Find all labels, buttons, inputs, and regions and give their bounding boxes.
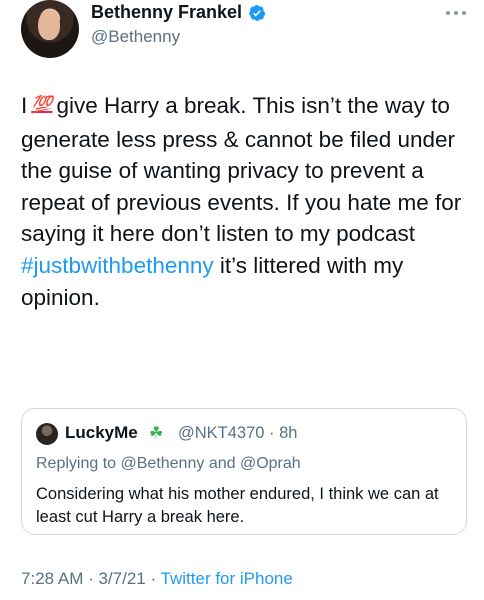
quoted-text: Considering what his mother endured, I t… <box>36 485 439 526</box>
tweet-footer: 7:28 AM · 3/7/21 · Twitter for iPhone <box>21 569 293 589</box>
tweet: Bethenny Frankel @Bethenny I 💯 give Harry … <box>0 0 484 600</box>
quoted-tweet[interactable]: LuckyMe ☘ @NKT4370 · 8h Replying to @Bet… <box>21 408 467 535</box>
more-options-icon[interactable] <box>444 8 468 18</box>
tweet-source[interactable]: Twitter for iPhone <box>161 569 293 588</box>
replying-prefix: Replying to <box>36 455 117 472</box>
quoted-author-avatar <box>36 423 58 445</box>
replying-and: and <box>208 455 236 472</box>
tweet-text-part2: give Harry a break. This isn’t the way t… <box>21 93 462 247</box>
tweet-text-part1: I <box>21 93 28 118</box>
tweet-text: I 💯 give Harry a break. This isn’t the way… <box>21 90 471 313</box>
verified-badge-icon <box>249 5 266 21</box>
hundred-points-icon: 💯 <box>31 95 53 114</box>
mention-bethenny[interactable]: @Bethenny <box>121 455 205 472</box>
quoted-author-name: LuckyMe <box>65 423 138 442</box>
author-handle[interactable]: @Bethenny <box>91 27 180 47</box>
author-name[interactable]: Bethenny Frankel <box>91 2 242 23</box>
mention-oprah[interactable]: @Oprah <box>240 455 301 472</box>
tweet-timestamp[interactable]: 7:28 AM · 3/7/21 · <box>21 569 161 588</box>
quoted-handle-time: @NKT4370 · 8h <box>178 424 298 442</box>
shamrock-icon: ☘ <box>149 425 164 442</box>
replying-to: Replying to @Bethenny and @Oprah <box>36 455 301 473</box>
hashtag-link[interactable]: #justbwithbethenny <box>21 253 214 278</box>
author-avatar[interactable] <box>21 0 79 58</box>
